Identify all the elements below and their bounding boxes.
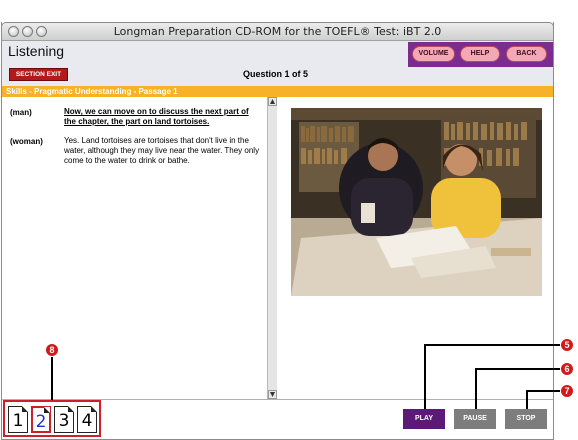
scroll-down-arrow-icon[interactable] — [268, 390, 277, 399]
transcript-panel: (man) Now, we can move on to discuss the… — [2, 97, 266, 399]
transcript-speaker: (man) — [10, 108, 32, 117]
stop-button[interactable]: STOP — [505, 409, 547, 429]
callout-line — [424, 344, 562, 346]
section-title: Listening — [8, 43, 65, 59]
page-tab-4[interactable]: 4 — [77, 406, 97, 433]
callout-badge-pause: 6 — [560, 362, 574, 376]
page-tab-2[interactable]: 2 — [31, 406, 51, 433]
page-navigator: 1 2 3 4 — [3, 400, 101, 437]
callout-line — [51, 356, 53, 400]
page-tab-3[interactable]: 3 — [54, 406, 74, 433]
question-counter: Question 1 of 5 — [243, 69, 309, 79]
callout-line — [526, 390, 562, 392]
play-button[interactable]: PLAY — [403, 409, 445, 429]
callout-line — [526, 390, 528, 409]
callout-line — [424, 344, 426, 409]
passage-photo — [291, 108, 542, 296]
window-title: Longman Preparation CD-ROM for the TOEFL… — [113, 25, 442, 38]
callout-badge-play: 5 — [560, 338, 574, 352]
title-bar: Longman Preparation CD-ROM for the TOEFL… — [1, 22, 554, 41]
nav-button-group: VOLUME HELP BACK — [408, 42, 553, 67]
help-button[interactable]: HELP — [460, 46, 500, 62]
pause-button[interactable]: PAUSE — [454, 409, 496, 429]
page-tab-1[interactable]: 1 — [8, 406, 28, 433]
transcript-speaker: (woman) — [10, 137, 43, 146]
callout-line — [475, 368, 477, 409]
skill-bar: Skills - Pragmatic Understanding - Passa… — [2, 86, 553, 97]
section-exit-button[interactable]: SECTION EXIT — [9, 68, 68, 81]
volume-button[interactable]: VOLUME — [412, 46, 455, 62]
header: Listening VOLUME HELP BACK SECTION EXIT … — [2, 41, 553, 87]
callout-badge-stop: 7 — [560, 384, 574, 398]
callout-line — [475, 368, 562, 370]
scroll-up-arrow-icon[interactable] — [268, 97, 277, 106]
transcript-line-current: Now, we can move on to discuss the next … — [64, 107, 249, 126]
back-button[interactable]: BACK — [506, 46, 547, 62]
transcript-scrollbar[interactable] — [267, 97, 277, 399]
callout-badge-pages: 8 — [45, 343, 59, 357]
transcript-line: Yes. Land tortoises are tortoises that d… — [64, 136, 260, 165]
skill-title: Skills - Pragmatic Understanding - Passa… — [6, 87, 178, 96]
